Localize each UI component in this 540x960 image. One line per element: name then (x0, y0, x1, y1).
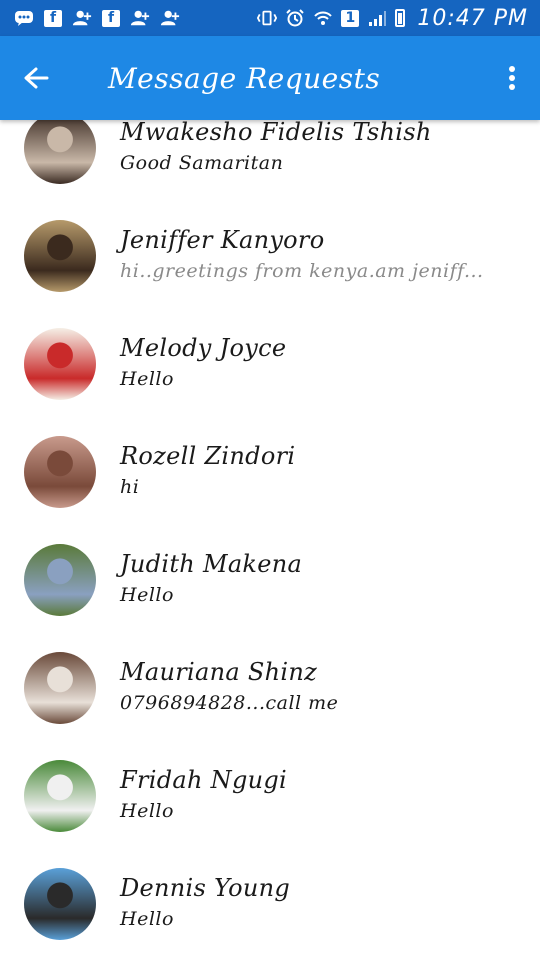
message-request-item[interactable]: Dennis Young Hello (0, 848, 540, 956)
sender-name: Rozell Zindori (120, 442, 296, 470)
message-preview: hi (120, 476, 140, 498)
message-request-item[interactable]: Melody Joyce Hello (0, 308, 540, 416)
avatar (24, 544, 96, 616)
signal-icon (367, 9, 387, 27)
messenger-icon (14, 9, 34, 27)
arrow-back-icon (24, 67, 49, 89)
avatar (24, 220, 96, 292)
sender-name: Melody Joyce (120, 334, 287, 362)
back-button[interactable] (0, 36, 72, 120)
avatar (24, 760, 96, 832)
friend-request-icon (130, 9, 150, 27)
more-options-button[interactable] (484, 36, 540, 120)
message-preview: Hello (120, 584, 174, 606)
avatar (24, 112, 96, 184)
message-request-item[interactable]: Rozell Zindori hi (0, 416, 540, 524)
avatar (24, 328, 96, 400)
message-request-item[interactable]: Judith Makena Hello (0, 524, 540, 632)
app-bar: Message Requests (0, 36, 540, 120)
battery-icon (395, 9, 406, 27)
more-vert-icon (509, 66, 515, 90)
facebook-icon: f (102, 9, 120, 27)
facebook-icon: f (44, 9, 62, 27)
message-request-item[interactable]: Mauriana Shinz 0796894828...call me (0, 632, 540, 740)
system-icons: 1 10:47 PM (257, 6, 540, 31)
message-request-item[interactable]: Jeniffer Kanyoro hi..greetings from kenya… (0, 200, 540, 308)
avatar (24, 868, 96, 940)
message-preview: Hello (120, 368, 174, 390)
friend-request-icon (72, 9, 92, 27)
clock: 10:47 PM (417, 5, 528, 31)
sender-name: Mauriana Shinz (120, 658, 318, 686)
message-request-item[interactable]: Fridah Ngugi Hello (0, 740, 540, 848)
page-title: Message Requests (108, 61, 381, 95)
sender-name: Jeniffer Kanyoro (120, 226, 325, 254)
avatar (24, 436, 96, 508)
sender-name: Dennis Young (120, 874, 291, 902)
message-preview: Good Samaritan (120, 152, 284, 174)
friend-request-icon (160, 9, 180, 27)
status-bar: f f 1 10:47 PM (0, 0, 540, 36)
sender-name: Mwakesho Fidelis Tshish (120, 118, 432, 146)
message-preview: hi..greetings from kenya.am jeniff... (120, 260, 484, 282)
sender-name: Judith Makena (120, 550, 303, 578)
message-preview: 0796894828...call me (120, 692, 339, 714)
notification-icons: f f (0, 9, 180, 27)
avatar (24, 652, 96, 724)
message-preview: Hello (120, 800, 174, 822)
sender-name: Fridah Ngugi (120, 766, 288, 794)
sim-indicator: 1 (341, 9, 360, 27)
alarm-icon (285, 9, 305, 27)
message-preview: Hello (120, 908, 174, 930)
message-request-list: Mwakesho Fidelis Tshish Good Samaritan Jen… (0, 92, 540, 956)
wifi-icon (313, 9, 333, 27)
vibrate-icon (257, 9, 278, 27)
